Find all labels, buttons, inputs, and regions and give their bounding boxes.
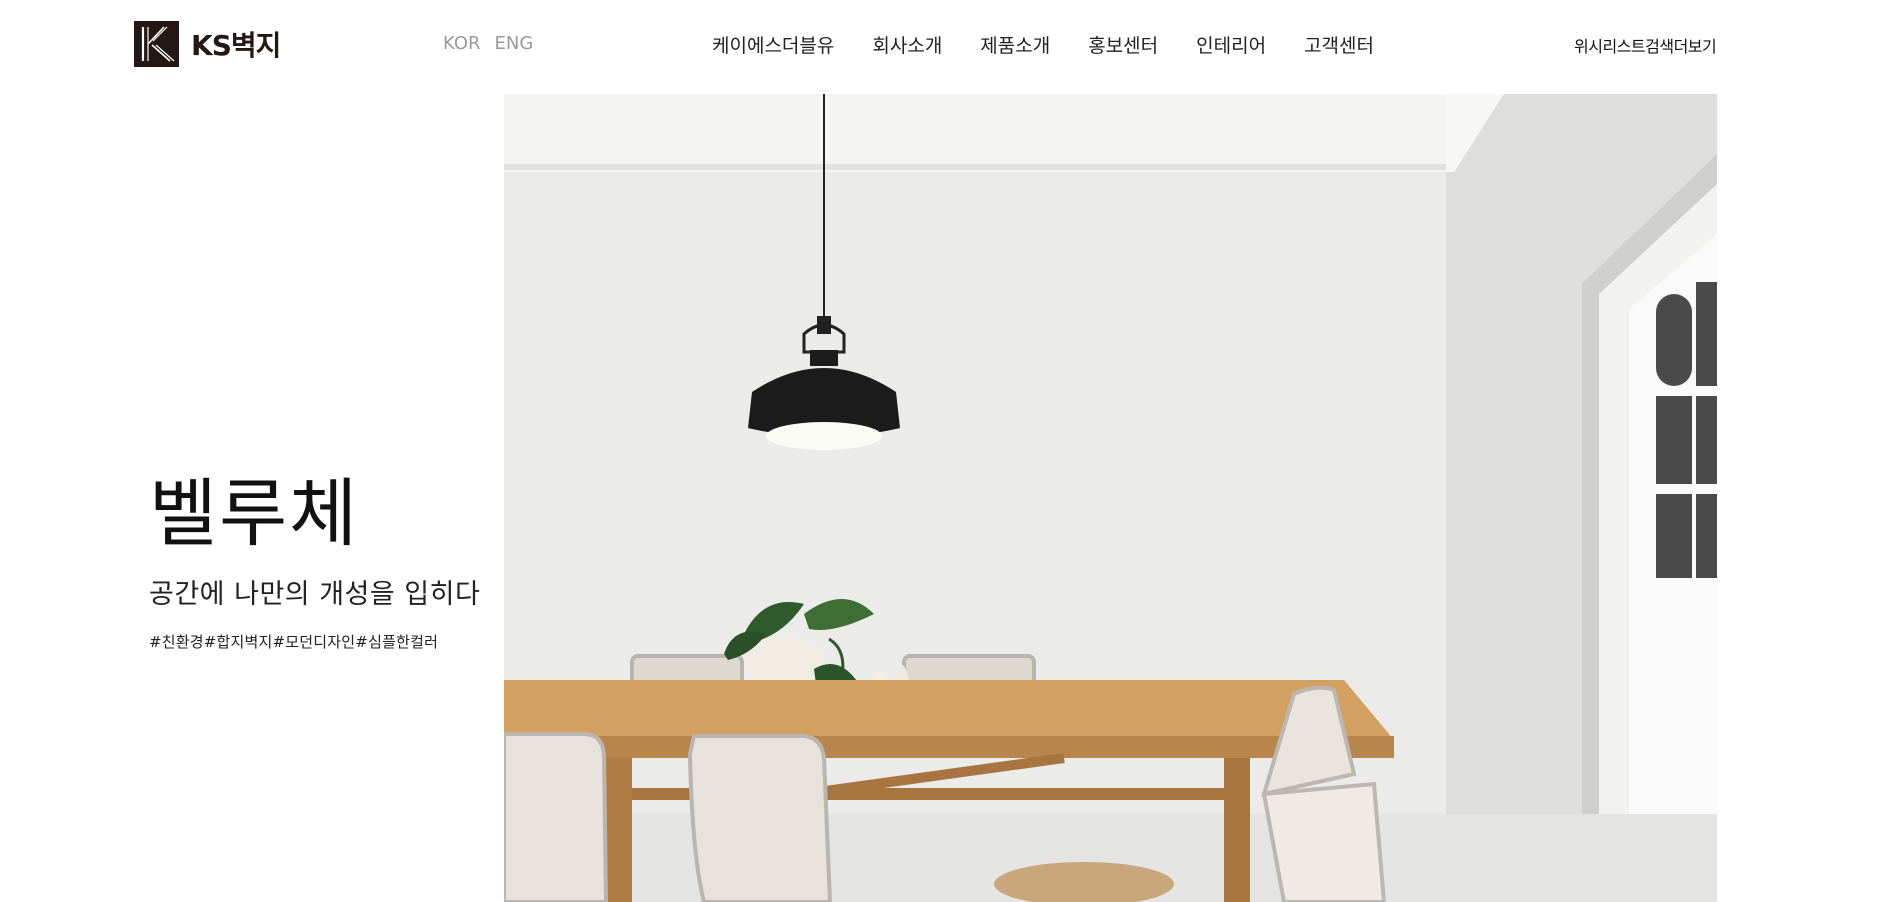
nav-item-pr-center[interactable]: 홍보센터 [1088, 31, 1158, 58]
hero-copy: 벨루체 공간에 나만의 개성을 입히다 #친환경#합지벽지#모던디자인#심플한컬… [149, 470, 489, 652]
lang-kor-link[interactable]: KOR [443, 33, 481, 54]
site-logo[interactable]: KS벽지 [134, 21, 281, 67]
hero-title: 벨루체 [149, 471, 360, 557]
hero-subtitle: 공간에 나만의 개성을 입히다 [149, 579, 481, 610]
nav-item-ksw[interactable]: 케이에스더블유 [712, 31, 834, 58]
nav-item-company[interactable]: 회사소개 [872, 31, 942, 58]
hero-hashtags: #친환경#합지벽지#모던디자인#심플한컬러 [149, 633, 439, 651]
interior-dining-room-image [504, 94, 1717, 902]
utility-menu: 위시리스트 검색 더보기 [1574, 33, 1717, 57]
hero-image [504, 94, 1717, 902]
nav-item-customer-center[interactable]: 고객센터 [1304, 31, 1374, 58]
nav-item-interior[interactable]: 인테리어 [1196, 31, 1266, 58]
language-switcher: KOR ENG [443, 33, 533, 54]
more-link[interactable]: 더보기 [1674, 33, 1717, 57]
main-navigation: 케이에스더블유 회사소개 제품소개 홍보센터 인테리어 고객센터 [712, 31, 1374, 58]
lang-eng-link[interactable]: ENG [495, 33, 534, 54]
wishlist-link[interactable]: 위시리스트 [1574, 33, 1646, 57]
brand-name: KS벽지 [191, 29, 281, 62]
site-header: KS벽지 KOR ENG 케이에스더블유 회사소개 제품소개 홍보센터 인테리어… [0, 0, 1886, 90]
ks-logo-icon [134, 21, 179, 67]
nav-item-products[interactable]: 제품소개 [980, 31, 1050, 58]
page: KS벽지 KOR ENG 케이에스더블유 회사소개 제품소개 홍보센터 인테리어… [0, 0, 1886, 902]
search-link[interactable]: 검색 [1645, 33, 1674, 57]
